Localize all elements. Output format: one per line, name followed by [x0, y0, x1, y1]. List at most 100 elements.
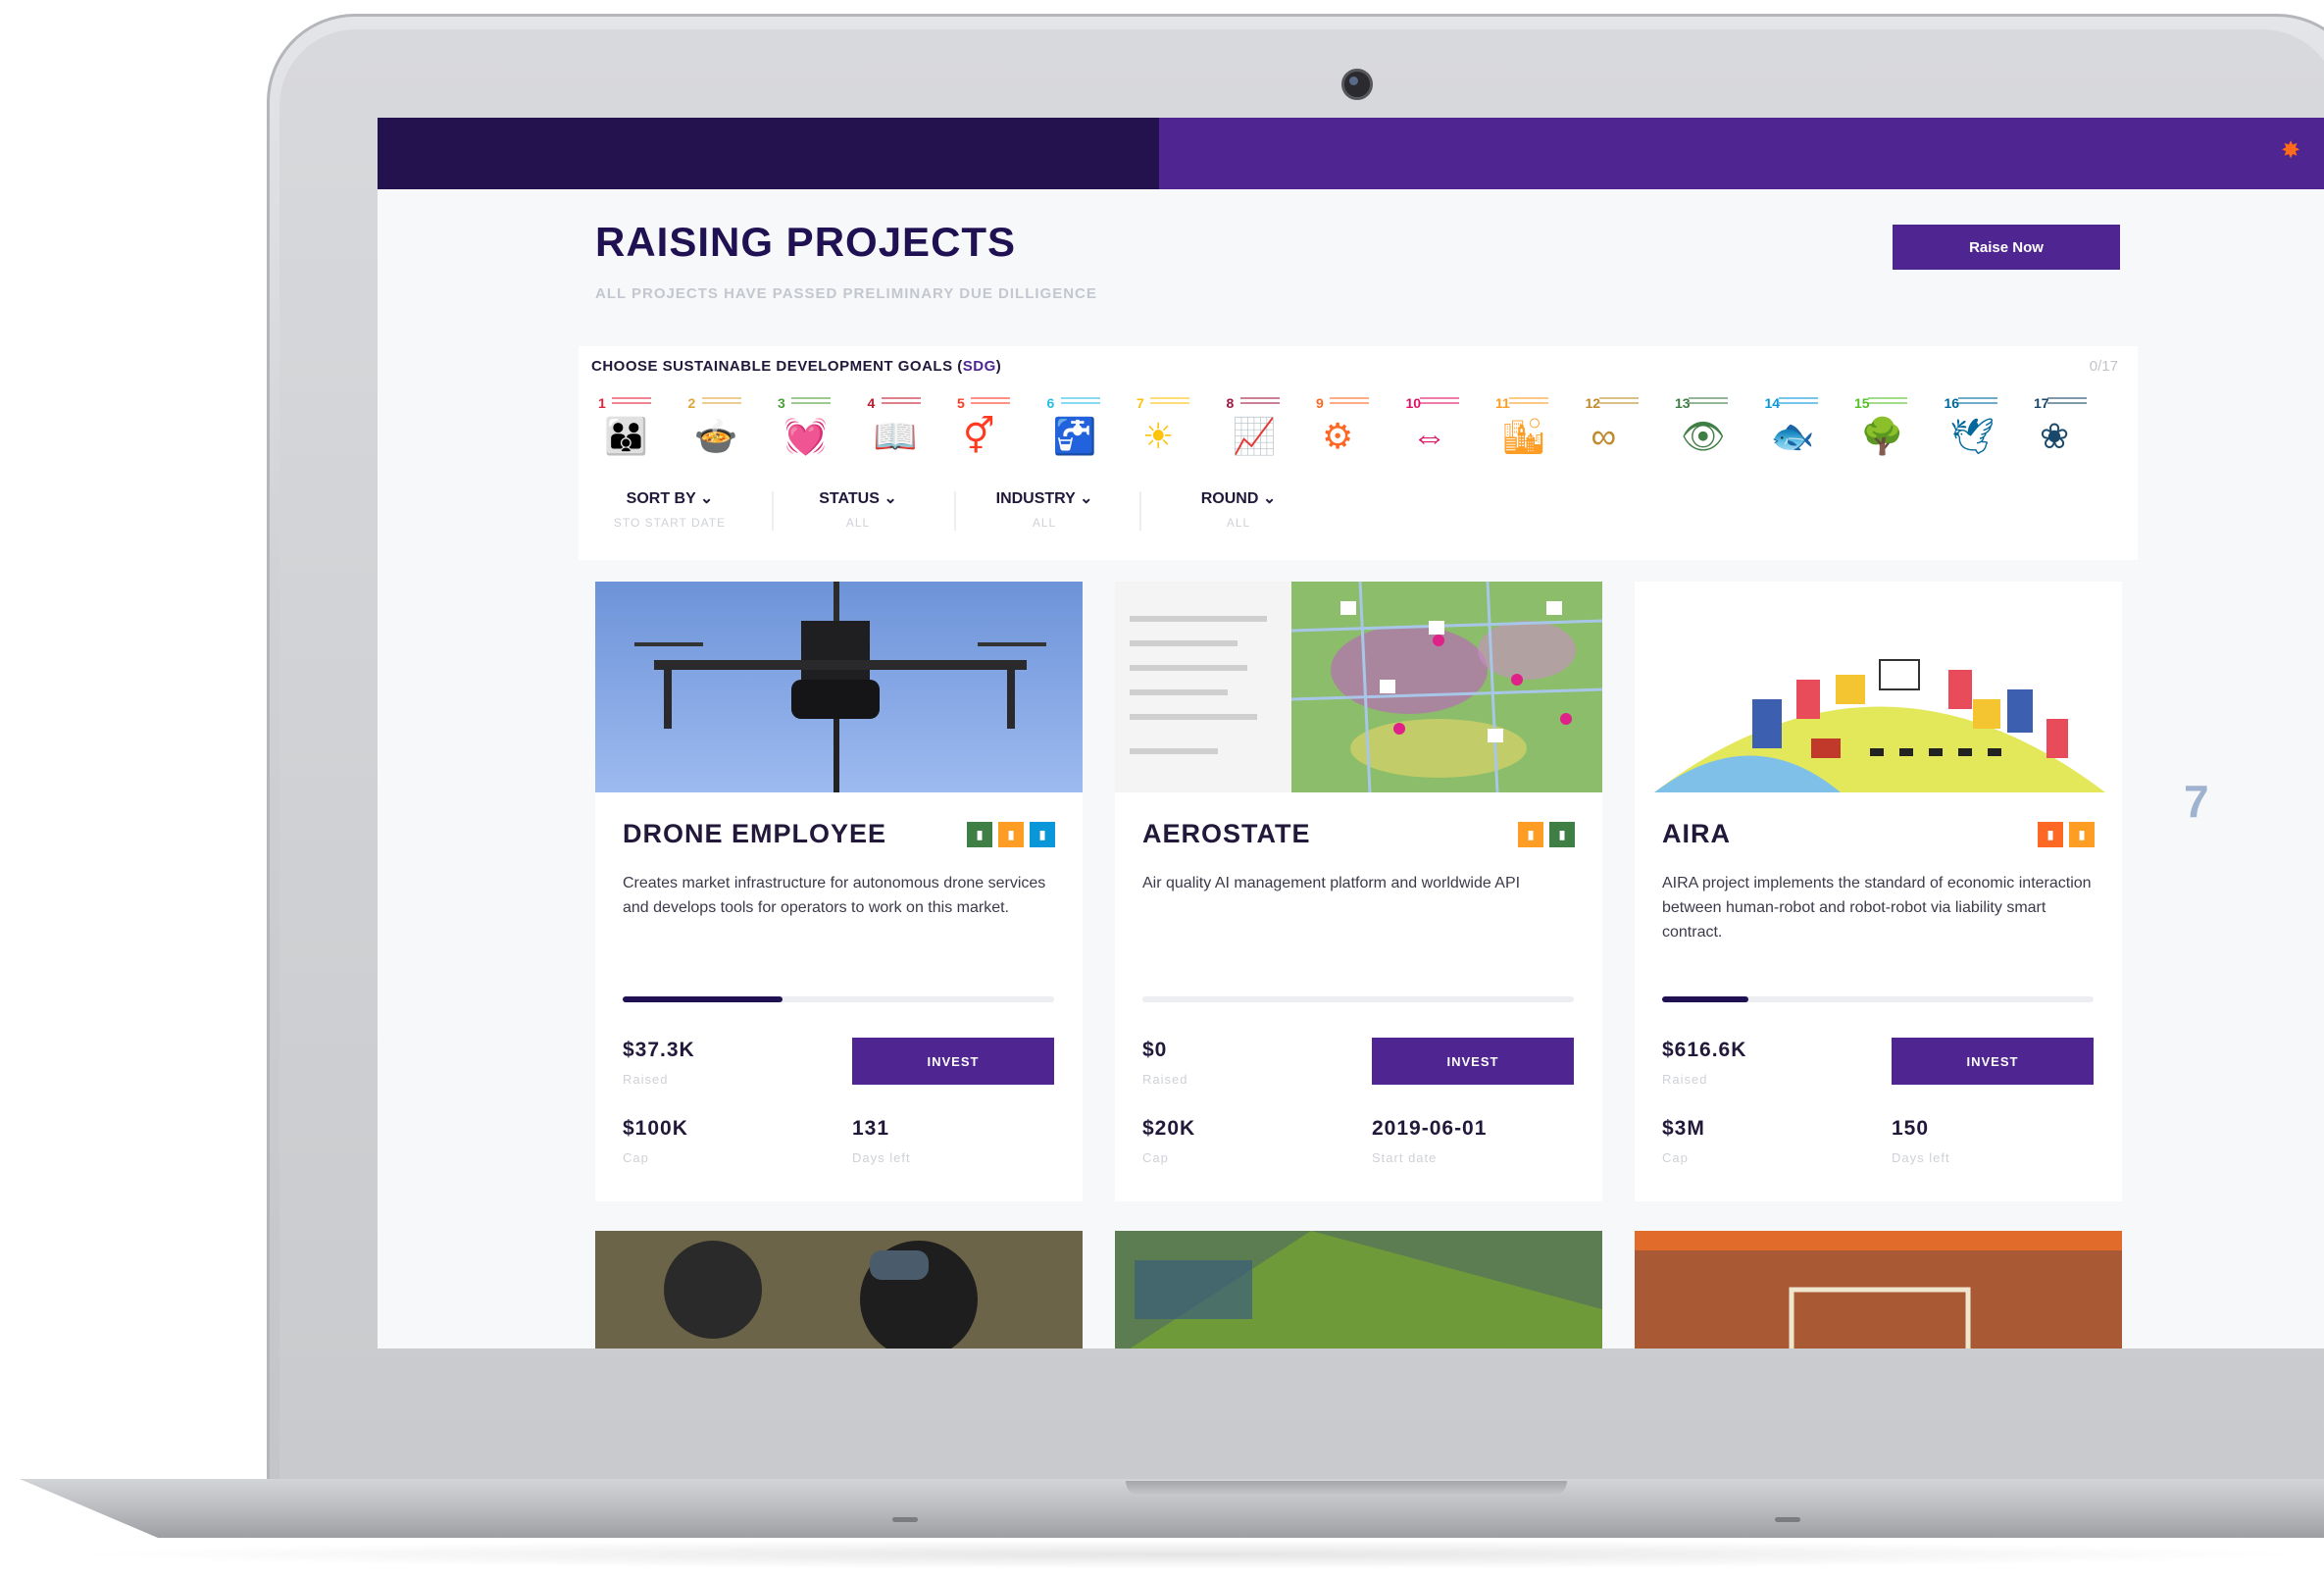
- cap-label: Cap: [1662, 1150, 1689, 1165]
- invest-button[interactable]: INVEST: [1892, 1038, 2094, 1085]
- top-bar: ✸: [378, 118, 2324, 189]
- sdg-badge: ▮: [1518, 822, 1543, 847]
- sdg-title-prefix: CHOOSE SUSTAINABLE DEVELOPMENT GOALS (: [591, 358, 963, 375]
- filter-panel: CHOOSE SUSTAINABLE DEVELOPMENT GOALS (SD…: [579, 346, 2138, 560]
- project-name: AIRA: [1662, 819, 1731, 848]
- raised-label: Raised: [623, 1072, 669, 1087]
- sdg-goal-6[interactable]: 6 🚰: [1047, 395, 1102, 468]
- sdg-badge: ▮: [2038, 822, 2063, 847]
- sdg-badge: ▮: [1549, 822, 1575, 847]
- days-left-value: 131: [852, 1117, 890, 1140]
- project-name: AEROSTATE: [1142, 819, 1311, 848]
- sdg-goal-label-lines: [1598, 397, 1639, 404]
- sdg-goal-13[interactable]: 13 👁: [1675, 395, 1730, 468]
- filter-divider: [954, 491, 956, 531]
- sdg-goal-number: 8: [1226, 395, 1235, 411]
- cap-label: Cap: [623, 1150, 649, 1165]
- sdg-goal-1[interactable]: 1 👪: [598, 395, 653, 468]
- sdg-goal-9[interactable]: 9 ⚙: [1316, 395, 1371, 468]
- sdg-badge: ▮: [998, 822, 1024, 847]
- sdg-goal-10[interactable]: 10 ⇔: [1406, 395, 1461, 468]
- project-card-partial[interactable]: [1635, 1231, 2122, 1349]
- sdg-goal-label-lines: [881, 397, 921, 404]
- sort-by-label: SORT BY ⌄: [626, 490, 714, 507]
- sdg-goal-4[interactable]: 4 📖: [868, 395, 923, 468]
- filter-divider: [772, 491, 774, 531]
- sdg-goal-icon: 🌳: [1860, 416, 1904, 456]
- sdg-goal-list: 1 👪 2 🍲 3 💓 4 📖 5 ⚥ 6 🚰 7 ☀ 8 📈 9 ⚙ 10 ⇔ 11 🏙 12 ∞ 13 👁 14 🐟 15 🌳 16 🕊 1…: [598, 395, 2128, 474]
- sdg-goal-12[interactable]: 12 ∞: [1586, 395, 1641, 468]
- cap-value: $100K: [623, 1117, 688, 1140]
- status-filter[interactable]: STATUS ⌄ ALL: [799, 488, 917, 547]
- sdg-badge: ▮: [2069, 822, 2095, 847]
- sdg-title-abbr: SDG: [962, 358, 996, 375]
- funding-progress-bar: [1662, 996, 2094, 1002]
- sdg-goal-icon: ❀: [2040, 416, 2070, 456]
- start-date-value: 2019-06-01: [1372, 1117, 1488, 1140]
- sdg-goal-label-lines: [1239, 397, 1280, 404]
- sdg-goal-label-lines: [1419, 397, 1459, 404]
- sdg-goal-icon: 🚰: [1052, 416, 1097, 456]
- camera-lens: [1349, 76, 1358, 85]
- days-left-value: 150: [1892, 1117, 1930, 1140]
- funding-progress-bar: [1142, 996, 1574, 1002]
- camera-icon: [1341, 69, 1373, 100]
- sdg-goal-label-lines: [971, 397, 1010, 404]
- industry-filter[interactable]: INDUSTRY ⌄ ALL: [976, 488, 1113, 547]
- raised-value: $0: [1142, 1039, 1168, 1061]
- raise-now-button[interactable]: Raise Now: [1893, 225, 2120, 270]
- raised-value: $616.6K: [1662, 1039, 1747, 1061]
- invest-button[interactable]: INVEST: [852, 1038, 1054, 1085]
- sdg-goal-icon: 📈: [1232, 416, 1277, 456]
- laptop-foot: [892, 1517, 918, 1522]
- raised-label: Raised: [1662, 1072, 1708, 1087]
- sdg-goal-label-lines: [1689, 397, 1728, 404]
- project-sdg-badges: ▮ ▮ ▮: [967, 822, 1055, 847]
- sdg-goal-number: 1: [598, 395, 606, 411]
- project-sdg-badges: ▮ ▮: [2038, 822, 2095, 847]
- sdg-goal-14[interactable]: 14 🐟: [1765, 395, 1820, 468]
- sdg-goal-2[interactable]: 2 🍲: [688, 395, 743, 468]
- sdg-goal-number: 6: [1046, 395, 1055, 411]
- sdg-badge: ▮: [1030, 822, 1055, 847]
- sdg-goal-icon: 🏙: [1501, 416, 1546, 456]
- project-image-drone: [595, 582, 1083, 792]
- sdg-goal-label-lines: [612, 397, 651, 404]
- sdg-goal-icon: ☀: [1142, 416, 1175, 456]
- sdg-goal-17[interactable]: 17 ❀: [2034, 395, 2089, 468]
- sdg-goal-label-lines: [791, 397, 831, 404]
- sdg-selected-count: 0/17: [2089, 358, 2118, 375]
- sdg-goal-icon: ∞: [1591, 416, 1617, 456]
- project-card[interactable]: DRONE EMPLOYEE ▮ ▮ ▮ Creates market infr…: [595, 582, 1083, 1201]
- project-sdg-badges: ▮ ▮: [1518, 822, 1575, 847]
- sdg-goal-number: 7: [1137, 395, 1144, 411]
- invest-button[interactable]: INVEST: [1372, 1038, 1574, 1085]
- sdg-goal-8[interactable]: 8 📈: [1227, 395, 1282, 468]
- project-card[interactable]: AIRA ▮ ▮ AIRA project implements the sta…: [1635, 582, 2122, 1201]
- sdg-goal-icon: 👁: [1681, 416, 1726, 456]
- project-card-partial[interactable]: [1115, 1231, 1602, 1349]
- project-image-map: [1115, 582, 1602, 792]
- sdg-goal-16[interactable]: 16 🕊: [1945, 395, 1999, 468]
- laptop-screen: ✸ RAISING PROJECTS ALL PROJECTS HAVE PAS…: [378, 118, 2324, 1349]
- round-label: ROUND ⌄: [1200, 490, 1277, 507]
- sdg-goal-15[interactable]: 15 🌳: [1854, 395, 1909, 468]
- sort-by-value: STO START DATE: [613, 516, 727, 530]
- start-date-label: Start date: [1372, 1150, 1438, 1165]
- top-bar-left: [378, 118, 1159, 189]
- filter-divider: [1139, 491, 1141, 531]
- sort-by-filter[interactable]: SORT BY ⌄ STO START DATE: [596, 488, 743, 547]
- sdg-goal-11[interactable]: 11 🏙: [1495, 395, 1550, 468]
- sdg-goal-5[interactable]: 5 ⚥: [957, 395, 1012, 468]
- sdg-goal-icon: 🐟: [1770, 416, 1815, 456]
- project-image-city: [1635, 582, 2122, 792]
- main-content: RAISING PROJECTS ALL PROJECTS HAVE PASSE…: [378, 189, 2324, 1349]
- project-card[interactable]: AEROSTATE ▮ ▮ Air quality AI management …: [1115, 582, 1602, 1201]
- robonomics-logo-icon[interactable]: ✸: [2277, 137, 2304, 165]
- sdg-goal-3[interactable]: 3 💓: [778, 395, 833, 468]
- cap-value: $3M: [1662, 1117, 1705, 1140]
- round-filter[interactable]: ROUND ⌄ ALL: [1175, 488, 1302, 547]
- project-card-partial[interactable]: [595, 1231, 1083, 1349]
- sdg-goal-7[interactable]: 7 ☀: [1137, 395, 1191, 468]
- sdg-goal-icon: ⚥: [963, 416, 995, 456]
